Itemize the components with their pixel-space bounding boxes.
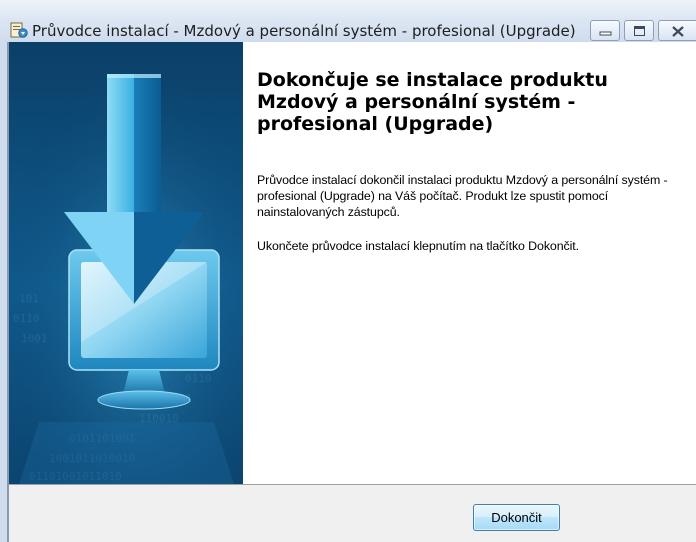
page-title: Dokončuje se instalace produktu Mzdový a… xyxy=(257,69,608,135)
completion-message: Průvodce instalací dokončil instalaci pr… xyxy=(257,173,668,219)
finish-button[interactable]: Dokončit xyxy=(473,504,560,531)
button-bar: Dokončit xyxy=(9,484,696,542)
minimize-icon xyxy=(599,31,612,36)
svg-text:0110: 0110 xyxy=(185,372,212,385)
svg-text:0110: 0110 xyxy=(13,312,40,325)
installer-icon xyxy=(10,22,28,38)
title-bar[interactable]: Průvodce instalací - Mzdový a personální… xyxy=(0,0,696,42)
wizard-content: Dokončuje se instalace produktu Mzdový a… xyxy=(243,42,696,484)
download-arrow-monitor-illustration: 0110100101101 1100100100110 10101101001 … xyxy=(9,42,243,484)
wizard-banner-image: 0110100101101 1100100100110 10101101001 … xyxy=(9,42,243,484)
close-icon xyxy=(672,26,684,37)
svg-text:1001: 1001 xyxy=(21,332,48,345)
svg-text:101: 101 xyxy=(19,292,39,305)
installer-window: Průvodce instalací - Mzdový a personální… xyxy=(0,0,696,542)
close-button[interactable] xyxy=(658,20,696,41)
maximize-button[interactable] xyxy=(624,20,654,41)
window-frame-left xyxy=(0,42,7,542)
finish-instruction: Ukončete průvodce instalací klepnutím na… xyxy=(257,239,579,253)
minimize-button[interactable] xyxy=(590,20,620,41)
window-title: Průvodce instalací - Mzdový a personální… xyxy=(32,22,576,40)
maximize-icon xyxy=(634,26,645,36)
